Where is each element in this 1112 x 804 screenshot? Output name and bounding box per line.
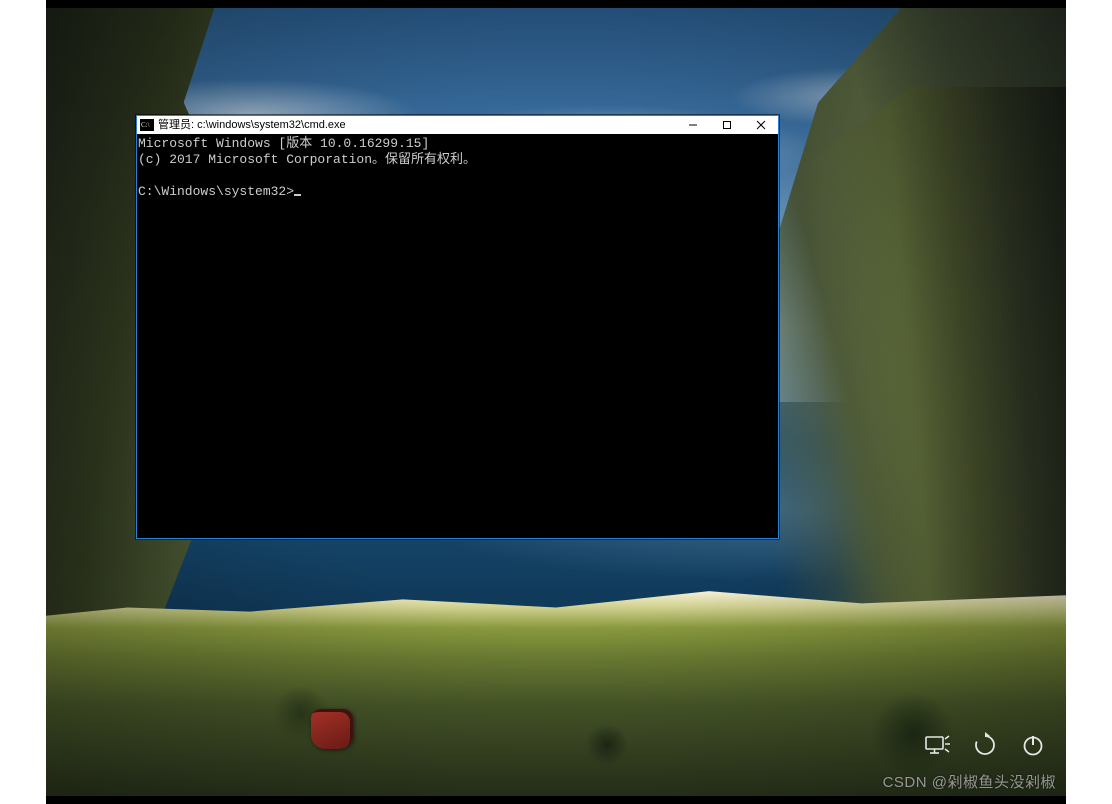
cmd-body[interactable]: Microsoft Windows [版本 10.0.16299.15] (c)… — [138, 135, 777, 537]
network-or-restart-icon[interactable] — [972, 732, 998, 758]
cmd-prompt: C:\Windows\system32> — [138, 184, 294, 199]
minimize-button[interactable] — [676, 116, 710, 134]
ease-of-access-icon[interactable] — [924, 732, 950, 758]
cmd-line2: (c) 2017 Microsoft Corporation。保留所有权利。 — [138, 152, 476, 167]
watermark-text: CSDN @剁椒鱼头没剁椒 — [883, 775, 1056, 790]
cmd-titlebar[interactable]: 管理员: c:\windows\system32\cmd.exe — [137, 116, 778, 134]
cmd-line1: Microsoft Windows [版本 10.0.16299.15] — [138, 136, 429, 151]
cmd-title-icon — [140, 119, 154, 131]
power-icon[interactable] — [1020, 732, 1046, 758]
close-button[interactable] — [744, 116, 778, 134]
cmd-window[interactable]: 管理员: c:\windows\system32\cmd.exe Microso… — [136, 115, 779, 539]
maximize-button[interactable] — [710, 116, 744, 134]
login-icon-bar — [924, 732, 1046, 758]
window-controls — [676, 116, 778, 134]
cmd-cursor — [294, 194, 301, 196]
cmd-title-text: 管理员: c:\windows\system32\cmd.exe — [158, 116, 346, 134]
viewport: CSDN @剁椒鱼头没剁椒 管理员: c:\windows\system32\c… — [0, 0, 1112, 804]
